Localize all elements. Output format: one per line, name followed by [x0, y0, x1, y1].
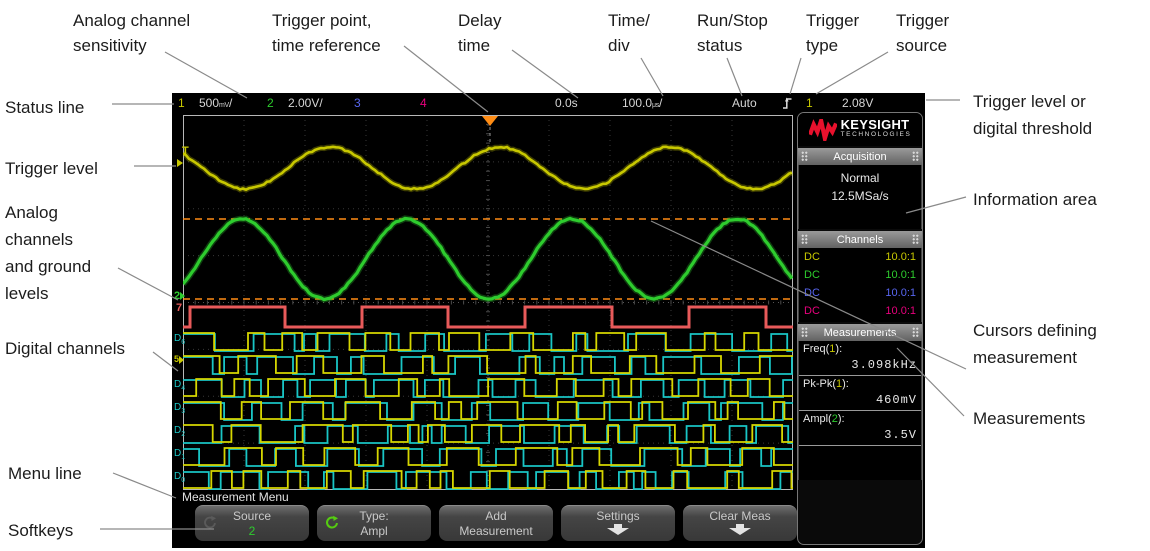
channels-panel-header[interactable]: Channels [798, 231, 922, 248]
acquisition-sample-rate: 12.5MSa/s [831, 189, 889, 203]
annotation-softkeys: Softkeys [8, 521, 74, 540]
trigger-level-marker[interactable]: T [182, 146, 189, 157]
measurement-pkpk[interactable]: Pk-Pk(1): 460mV [799, 376, 921, 411]
trigger-level-arrow-icon[interactable] [177, 158, 183, 169]
keysight-spark-icon [808, 118, 837, 141]
status-channel4-number[interactable]: 4 [420, 96, 427, 110]
digital-d3-label[interactable]: D3 [174, 403, 185, 417]
annotation-trigger-type: Trigger type [806, 11, 860, 55]
brand-name: KEYSIGHT [840, 116, 910, 132]
channel-row[interactable]: DC 10.0:1 [799, 302, 921, 320]
drag-grip-icon[interactable] [801, 327, 808, 338]
annotation-trigger-point: Trigger point, time reference [272, 11, 381, 55]
acquisition-panel: Normal 12.5MSa/s [798, 165, 922, 229]
digital-d2-label[interactable]: D2 [174, 426, 185, 440]
manual-figure: Analog channel sensitivity Trigger point… [0, 0, 1150, 551]
down-arrow-icon [605, 523, 631, 539]
acquisition-panel-header[interactable]: Acquisition [798, 148, 922, 165]
down-arrow-icon [727, 523, 753, 539]
annotation-measurements: Measurements [973, 409, 1086, 428]
annotation-cursors: Cursors defining measurement [973, 321, 1097, 367]
drag-grip-icon[interactable] [912, 327, 919, 338]
digital-d1-label[interactable]: D1 [174, 449, 185, 463]
annotation-trigger-source: Trigger source [896, 11, 950, 55]
softkey-type[interactable]: Type: Ampl [317, 505, 431, 541]
annotation-analog-channels: Analog channels and ground levels [5, 203, 92, 303]
status-line: 1 500mV/ 2 2.00V/ 3 4 0.0s 100.0μs/ Auto… [172, 93, 925, 113]
circular-arrow-icon [324, 515, 339, 534]
digital-d4-label[interactable]: D4 [174, 380, 185, 394]
drag-grip-icon[interactable] [912, 234, 919, 245]
status-channel1-number[interactable]: 1 [178, 96, 185, 110]
drag-grip-icon[interactable] [912, 151, 919, 162]
annotation-time-div: Time/ div [608, 11, 650, 55]
status-time-div[interactable]: 100.0μs/ [622, 96, 662, 110]
measurements-panel: Freq(1): 3.098kHz Pk-Pk(1): 460mV Ampl(2… [798, 341, 922, 480]
digital-d6-label[interactable]: D6 [174, 334, 185, 348]
drag-grip-icon[interactable] [801, 234, 808, 245]
status-channel1-sensitivity[interactable]: 500mV/ [199, 96, 232, 110]
measurement-ampl[interactable]: Ampl(2): 3.5V [799, 411, 921, 446]
softkey-source[interactable]: Source 2 [195, 505, 309, 541]
measurements-panel-header[interactable]: Measurements [798, 324, 922, 341]
annotation-trigger-level-or-threshold: Trigger level or digital threshold [973, 92, 1093, 138]
waveform-display-area[interactable] [180, 114, 795, 491]
brand-subtitle: TECHNOLOGIES [840, 130, 912, 138]
channel-row[interactable]: DC 10.0:1 [799, 284, 921, 302]
circular-arrow-icon [202, 515, 217, 534]
menu-line: Measurement Menu [182, 490, 289, 504]
status-channel3-number[interactable]: 3 [354, 96, 361, 110]
annotation-delay-time: Delay time [458, 11, 502, 55]
acquisition-mode: Normal [840, 171, 880, 185]
keysight-logo: KEYSIGHT TECHNOLOGIES [798, 113, 922, 146]
annotation-trigger-level: Trigger level [5, 159, 98, 178]
channel-row[interactable]: DC 10.0:1 [799, 266, 921, 284]
annotation-menu-line: Menu line [8, 464, 82, 483]
digital-d0-label[interactable]: D0 [174, 472, 185, 486]
information-area: KEYSIGHT TECHNOLOGIES Acquisition Normal… [797, 112, 923, 545]
channels-panel: DC 10.0:1 DC 10.0:1 DC 10.0:1 DC 10.0:1 [798, 248, 922, 322]
annotation-analog-channel-sensitivity: Analog channel sensitivity [73, 11, 191, 55]
softkey-settings[interactable]: Settings [561, 505, 675, 541]
oscilloscope-screen: 1 500mV/ 2 2.00V/ 3 4 0.0s 100.0μs/ Auto… [172, 93, 925, 548]
annotation-status-line: Status line [5, 98, 85, 117]
annotation-digital-channels: Digital channels [5, 339, 126, 358]
channel-row[interactable]: DC 10.0:1 [799, 248, 921, 266]
annotation-information-area: Information area [973, 190, 1097, 209]
measurement-freq[interactable]: Freq(1): 3.098kHz [799, 341, 921, 376]
softkey-clear-meas[interactable]: Clear Meas [683, 505, 797, 541]
drag-grip-icon[interactable] [801, 151, 808, 162]
digital-d7-label[interactable]: 7 [176, 303, 182, 314]
status-channel2-sensitivity[interactable]: 2.00V/ [288, 96, 323, 110]
status-trigger-source[interactable]: 1 [806, 96, 813, 110]
trigger-type-edge-icon[interactable] [782, 95, 793, 113]
softkey-add-measurement[interactable]: Add Measurement [439, 505, 553, 541]
status-channel2-number[interactable]: 2 [267, 96, 274, 110]
channel2-ground-marker[interactable]: 2 [174, 291, 186, 302]
annotation-run-stop-status: Run/Stop status [697, 11, 768, 55]
status-delay-time[interactable]: 0.0s [555, 96, 578, 110]
status-run-stop[interactable]: Auto [732, 96, 757, 110]
status-trigger-level[interactable]: 2.08V [842, 96, 873, 110]
digital-d5-selected-pointer[interactable]: 5 [174, 354, 185, 365]
